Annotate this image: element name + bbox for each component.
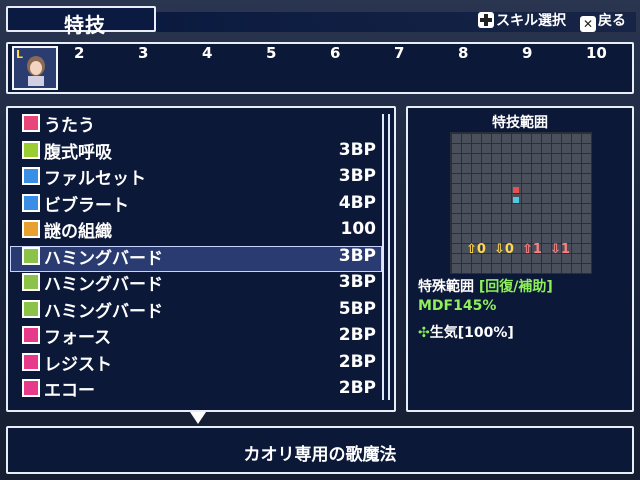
skill-cost: 4BP: [338, 192, 376, 213]
skill-cost: 3BP: [338, 139, 376, 160]
skill-select-hint[interactable]: スキル選択: [478, 10, 566, 30]
skill-name: ファルセット: [44, 169, 146, 189]
skill-row[interactable]: ハミングバード 5BP: [22, 296, 382, 322]
skill-cost: 100: [340, 219, 377, 239]
party-slot-5[interactable]: 5: [266, 44, 276, 62]
square-icon: [22, 193, 40, 212]
skill-cost: 2BP: [338, 325, 376, 345]
heal-icon: ✣: [418, 325, 430, 341]
range-panel: 特技範囲 ⇧0 ⇩0 ⇧1 ⇩1 特殊範囲 [回復/補助] MDF145% ✣生…: [406, 106, 634, 412]
note-icon: [22, 246, 40, 265]
skill-row[interactable]: 謎の組織 100: [22, 216, 382, 242]
skill-cost: 3BP: [338, 245, 376, 266]
skill-row[interactable]: ファルセット 3BP: [22, 163, 382, 189]
skill-cost: 2BP: [338, 378, 376, 398]
party-slot-9[interactable]: 9: [522, 44, 532, 62]
party-slot-10[interactable]: 10: [586, 44, 607, 62]
skill-name: うたう: [44, 116, 95, 136]
party-bar: L 2 3 4 5 6 7 8 9 10: [6, 42, 634, 94]
skill-cost: 2BP: [338, 351, 376, 372]
x-button-icon: ✕: [580, 16, 596, 32]
dots-icon: [22, 220, 40, 238]
skill-row[interactable]: 腹式呼吸 3BP: [22, 137, 382, 163]
skill-name: ビブラート: [44, 195, 129, 216]
skill-name: 謎の組織: [44, 222, 112, 242]
scrollbar[interactable]: [382, 114, 390, 400]
special-range: 特殊範囲 [回復/補助]: [418, 279, 553, 295]
skill-name: ハミングバード: [44, 275, 163, 295]
party-slot-2[interactable]: 2: [74, 44, 84, 62]
party-slot-1[interactable]: L: [12, 46, 58, 90]
music-note-icon: [22, 114, 40, 132]
skill-name: ハミングバード: [44, 248, 163, 269]
plus-two-icon: [22, 299, 40, 318]
skill-row[interactable]: エコー 2BP: [22, 375, 382, 401]
range-title: 特技範囲: [492, 115, 548, 131]
page-title: 特技: [64, 13, 106, 37]
back-hint[interactable]: ✕ 戻る: [580, 10, 626, 32]
leader-badge: L: [16, 48, 24, 61]
target-cell: [513, 187, 519, 193]
skill-row[interactable]: フォース 2BP: [22, 322, 382, 348]
description-pointer-icon: [190, 412, 206, 424]
skill-row[interactable]: ビブラート 4BP: [22, 190, 382, 216]
mdf-value: MDF145%: [418, 298, 497, 314]
skill-row[interactable]: レジスト 2BP: [22, 349, 382, 375]
skill-name: エコー: [44, 381, 95, 401]
party-slot-8[interactable]: 8: [458, 44, 468, 62]
plus-one-icon: [22, 273, 40, 291]
skill-cost: 3BP: [338, 166, 376, 186]
origin-cell: [513, 197, 519, 203]
skill-name: 腹式呼吸: [44, 142, 112, 163]
skill-cost: 5BP: [338, 298, 376, 319]
lv-icon: [22, 352, 40, 371]
lv-icon: [22, 379, 40, 397]
skill-row[interactable]: ハミングバード 3BP: [22, 243, 382, 269]
square-icon: [22, 167, 40, 185]
party-slot-3[interactable]: 3: [138, 44, 148, 62]
back-label: 戻る: [598, 13, 626, 29]
effect-row: ✣生気[100%]: [418, 322, 514, 342]
skill-name: レジスト: [44, 354, 112, 375]
title-panel: 特技: [6, 6, 156, 37]
plus-icon: [22, 140, 40, 159]
arrow-up-count-2: ⇧1: [522, 242, 542, 257]
party-slot-7[interactable]: 7: [394, 44, 404, 62]
skill-cost: 3BP: [338, 272, 376, 292]
lv-icon: [22, 326, 40, 344]
skill-name: フォース: [44, 328, 112, 348]
description-panel: カオリ専用の歌魔法: [6, 426, 634, 474]
skill-row[interactable]: うたう: [22, 110, 382, 136]
dpad-icon: [478, 12, 494, 28]
party-slot-6[interactable]: 6: [330, 44, 340, 62]
arrow-up-count: ⇧0: [466, 242, 486, 257]
skill-select-label: スキル選択: [496, 13, 566, 29]
effect-label: 生気[100%]: [429, 325, 514, 341]
arrow-down-count-2: ⇩1: [550, 242, 570, 257]
skill-name: ハミングバード: [44, 301, 163, 322]
skill-row[interactable]: ハミングバード 3BP: [22, 269, 382, 295]
description-text: カオリ専用の歌魔法: [243, 445, 397, 465]
party-slot-4[interactable]: 4: [202, 44, 212, 62]
arrow-down-count: ⇩0: [494, 242, 514, 257]
